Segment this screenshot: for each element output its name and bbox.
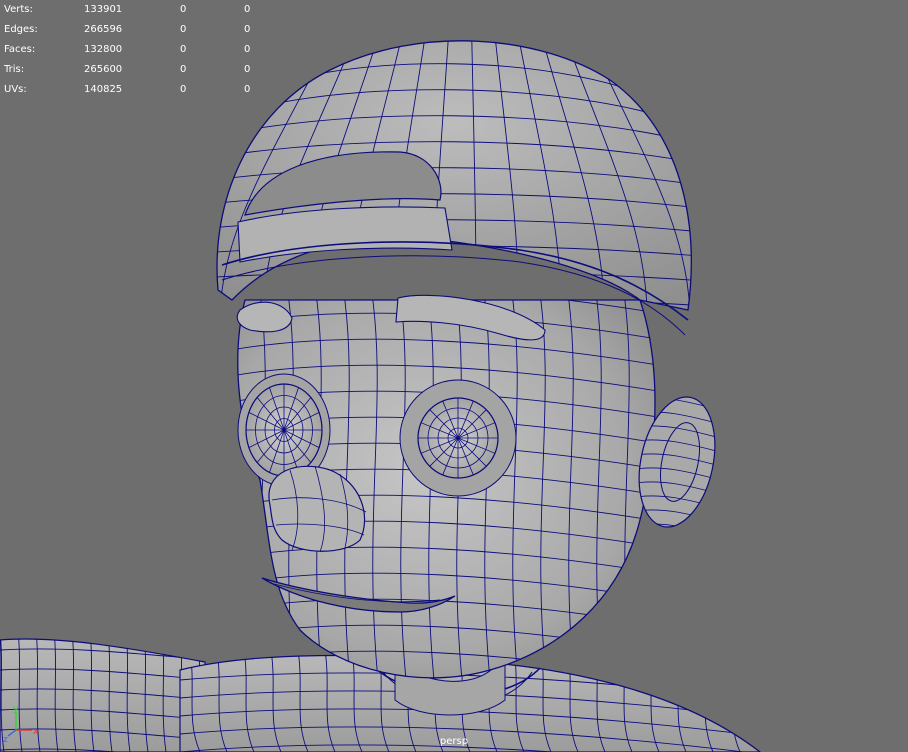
perspective-viewport[interactable]: Verts: 133901 0 0 Edges: 266596 0 0 Faces: 132800…	[0, 0, 908, 752]
hud-row-total: 132800	[84, 44, 123, 55]
hud-row-selected: 0	[180, 24, 187, 35]
poly-count-hud: Verts: 133901 0 0 Edges: 266596 0 0 Faces: 132800…	[4, 0, 264, 100]
hud-row: UVs: 140825 0 0	[4, 80, 264, 100]
hud-row-component: 0	[244, 4, 251, 15]
hud-row-selected: 0	[180, 64, 187, 75]
hud-row-selected: 0	[180, 84, 187, 95]
hud-row-component: 0	[244, 44, 251, 55]
hud-row-total: 133901	[84, 4, 123, 15]
hud-row-component: 0	[244, 64, 251, 75]
y-axis-label: y	[13, 704, 19, 714]
hud-row-component: 0	[244, 84, 251, 95]
hud-row-label: Faces:	[4, 44, 36, 55]
hud-row-selected: 0	[180, 4, 187, 15]
hud-row-label: Tris:	[4, 64, 25, 75]
hud-row-total: 265600	[84, 64, 123, 75]
hud-row: Faces: 132800 0 0	[4, 40, 264, 60]
hud-row-label: Edges:	[4, 24, 38, 35]
hud-row-label: UVs:	[4, 84, 27, 95]
hud-row: Verts: 133901 0 0	[4, 0, 264, 20]
character-wireframe-model[interactable]	[0, 0, 908, 752]
hud-row: Edges: 266596 0 0	[4, 20, 264, 40]
camera-name-label: persp	[439, 736, 469, 747]
eye-right	[399, 379, 517, 497]
hud-row: Tris: 265600 0 0	[4, 60, 264, 80]
hud-row-label: Verts:	[4, 4, 33, 15]
hud-row-total: 140825	[84, 84, 123, 95]
hud-row-total: 266596	[84, 24, 123, 35]
hud-row-selected: 0	[180, 44, 187, 55]
hud-row-component: 0	[244, 24, 251, 35]
